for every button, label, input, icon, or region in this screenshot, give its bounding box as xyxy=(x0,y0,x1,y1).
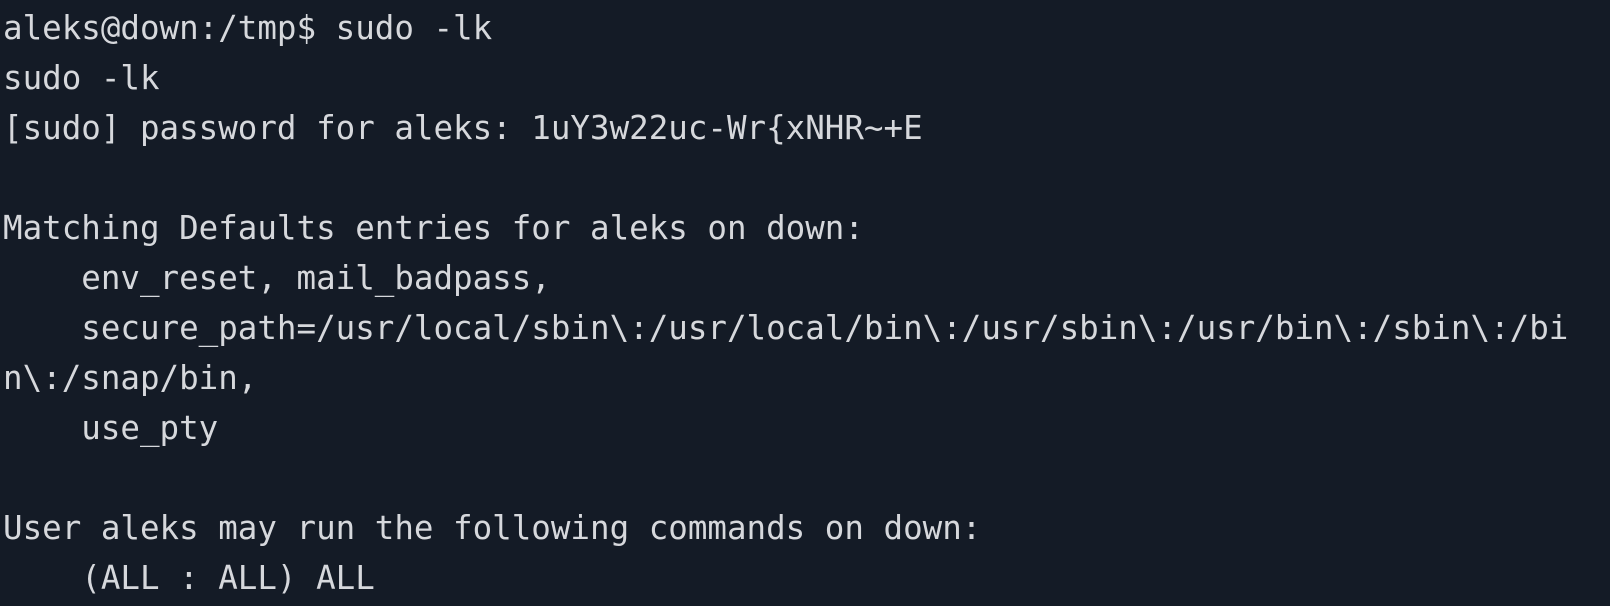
terminal-window[interactable]: aleks@down:/tmp$ sudo -lk sudo -lk [sudo… xyxy=(0,0,1610,606)
terminal-commands-heading: User aleks may run the following command… xyxy=(3,509,982,547)
terminal-password-line: [sudo] password for aleks: 1uY3w22uc-Wr{… xyxy=(3,109,923,147)
terminal-commands-entry: (ALL : ALL) ALL xyxy=(3,559,375,597)
terminal-secure-path-line: secure_path=/usr/local/sbin\:/usr/local/… xyxy=(3,309,1569,347)
terminal-defaults-entry: use_pty xyxy=(3,409,219,447)
terminal-defaults-entry: env_reset, mail_badpass, xyxy=(3,259,551,297)
terminal-prompt-line: aleks@down:/tmp$ sudo -lk xyxy=(3,9,493,47)
terminal-secure-path-wrap: n\:/snap/bin, xyxy=(3,359,258,397)
terminal-echo-line: sudo -lk xyxy=(3,59,160,97)
terminal-defaults-heading: Matching Defaults entries for aleks on d… xyxy=(3,209,864,247)
